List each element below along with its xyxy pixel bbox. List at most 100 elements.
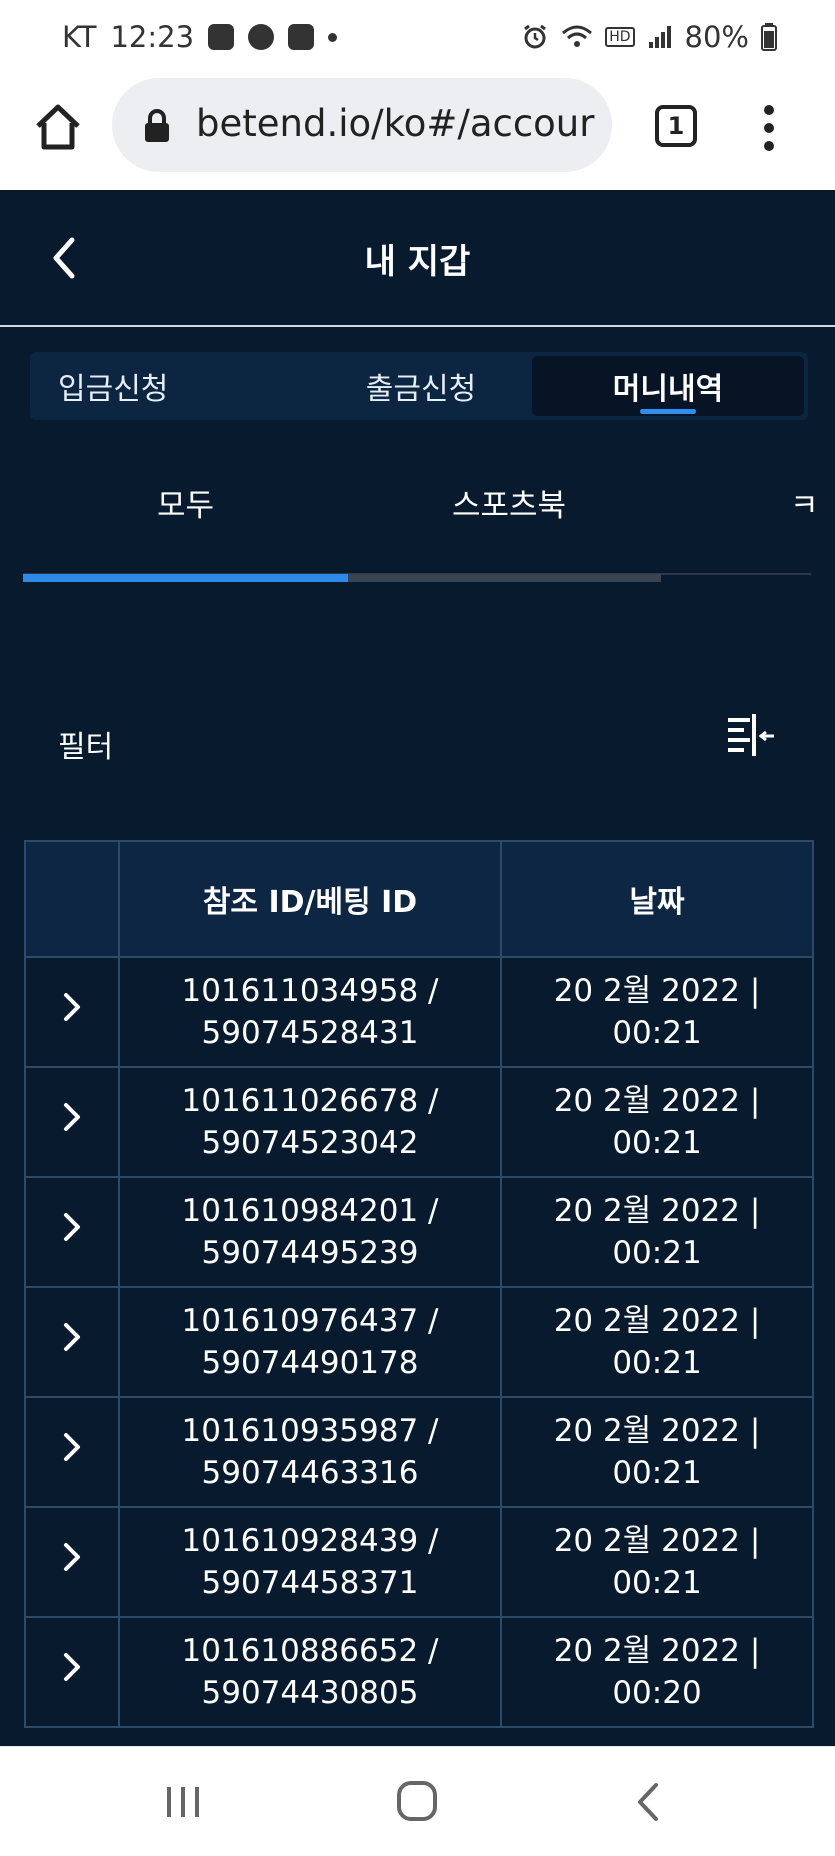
time: 00:21 (612, 1125, 702, 1161)
notification-n-icon (208, 24, 235, 50)
notification-calendar-icon (288, 24, 315, 50)
tab-money-history[interactable]: 머니내역 (532, 356, 804, 416)
filter-label: 필터 (58, 730, 114, 765)
battery-icon (761, 23, 777, 51)
chevron-right-icon[interactable] (60, 1430, 84, 1464)
back-nav-icon[interactable] (620, 1777, 680, 1827)
expand-cell[interactable] (24, 956, 120, 1068)
table-row[interactable]: 101610984201 / 59074495239 20 2월 2022 | 00… (24, 1176, 814, 1288)
page-title: 내 지갑 (364, 242, 471, 282)
system-nav-bar (0, 1746, 835, 1856)
table-row[interactable]: 101610928439 / 59074458371 20 2월 2022 | 00… (24, 1506, 814, 1618)
bet-id: 59074528431 (201, 1015, 419, 1051)
expand-cell[interactable] (24, 1066, 120, 1178)
chevron-right-icon[interactable] (60, 1210, 84, 1244)
lock-icon[interactable] (142, 108, 172, 144)
date-cell: 20 2월 2022 | 00:21 (500, 956, 814, 1068)
browser-toolbar: betend.io/ko#/accour 1 (0, 78, 835, 190)
date-cell: 20 2월 2022 | 00:21 (500, 1506, 814, 1618)
status-bar: KT 12:23 HD 80% (0, 0, 835, 78)
date-cell: 20 2월 2022 | 00:21 (500, 1286, 814, 1398)
more-vert-icon[interactable] (757, 102, 781, 154)
subtab-casino-partial[interactable]: ㅋ (790, 480, 819, 525)
date-cell: 20 2월 2022 | 00:20 (500, 1616, 814, 1728)
tab-switcher-button[interactable]: 1 (655, 105, 697, 147)
date: 20 2월 2022 | (553, 1083, 761, 1119)
time: 00:21 (612, 1345, 702, 1381)
date: 20 2월 2022 | (553, 1193, 761, 1229)
chevron-right-icon[interactable] (60, 1540, 84, 1574)
subtab-sportsbook[interactable]: 스포츠북 (452, 480, 566, 525)
date: 20 2월 2022 | (553, 973, 761, 1009)
tab-deposit-request[interactable]: 입금신청 (34, 356, 284, 416)
expand-cell[interactable] (24, 1396, 120, 1508)
time: 00:21 (612, 1235, 702, 1271)
header-date: 날짜 (500, 840, 814, 958)
money-history-table: 참조 ID/베팅 ID 날짜 101611034958 / 59074528431… (24, 840, 814, 1728)
subtab-active-indicator (23, 574, 348, 582)
subtab-bar: 모두 스포츠북 ㅋ (0, 480, 835, 580)
bet-id: 59074495239 (201, 1235, 419, 1271)
ref-bet-id-cell: 101611034958 / 59074528431 (118, 956, 502, 1068)
time: 00:21 (612, 1565, 702, 1601)
expand-cell[interactable] (24, 1176, 120, 1288)
chevron-right-icon[interactable] (60, 1100, 84, 1134)
bet-id: 59074458371 (201, 1565, 419, 1601)
expand-cell[interactable] (24, 1506, 120, 1618)
bet-id: 59074523042 (201, 1125, 419, 1161)
subtab-all[interactable]: 모두 (157, 480, 214, 525)
date-cell: 20 2월 2022 | 00:21 (500, 1396, 814, 1508)
bet-id: 59074463316 (201, 1455, 419, 1491)
ref-id: 101610928439 / (181, 1523, 439, 1559)
carrier-label: KT (62, 20, 97, 54)
ref-bet-id-cell: 101610976437 / 59074490178 (118, 1286, 502, 1398)
date-cell: 20 2월 2022 | 00:21 (500, 1066, 814, 1178)
wallet-segmented-control: 입금신청 출금신청 머니내역 (30, 352, 808, 420)
hd-badge: HD (605, 27, 635, 47)
active-tab-indicator (640, 409, 696, 414)
expand-cell[interactable] (24, 1286, 120, 1398)
signal-icon (648, 26, 671, 48)
recents-icon[interactable] (153, 1777, 213, 1827)
tab-money-history-label: 머니내역 (612, 372, 724, 407)
url-text[interactable]: betend.io/ko#/accour (196, 102, 594, 145)
date: 20 2월 2022 | (553, 1523, 761, 1559)
header-expand (24, 840, 120, 958)
status-left: KT 12:23 (62, 20, 338, 54)
date: 20 2월 2022 | (553, 1413, 761, 1449)
status-right: HD 80% (521, 20, 777, 54)
ref-id: 101610935987 / (181, 1413, 439, 1449)
ref-bet-id-cell: 101611026678 / 59074523042 (118, 1066, 502, 1178)
page-header: 내 지갑 (0, 190, 835, 327)
ref-id: 101611026678 / (181, 1083, 439, 1119)
tab-withdraw-request[interactable]: 출금신청 (296, 356, 546, 416)
filter-icon[interactable] (724, 710, 780, 766)
table-row[interactable]: 101610935987 / 59074463316 20 2월 2022 | 00… (24, 1396, 814, 1508)
ref-bet-id-cell: 101610984201 / 59074495239 (118, 1176, 502, 1288)
table-row[interactable]: 101611026678 / 59074523042 20 2월 2022 | 00… (24, 1066, 814, 1178)
wifi-icon (562, 25, 593, 47)
date: 20 2월 2022 | (553, 1303, 761, 1339)
ref-id: 101610984201 / (181, 1193, 439, 1229)
table-row[interactable]: 101611034958 / 59074528431 20 2월 2022 | 00… (24, 956, 814, 1068)
table-row[interactable]: 101610976437 / 59074490178 20 2월 2022 | 00… (24, 1286, 814, 1398)
home-nav-icon[interactable] (387, 1777, 447, 1827)
address-bar[interactable]: betend.io/ko#/accour (112, 78, 612, 172)
table-row[interactable]: 101610886652 / 59074430805 20 2월 2022 | 00… (24, 1616, 814, 1728)
date: 20 2월 2022 | (553, 1633, 761, 1669)
time: 00:21 (612, 1015, 702, 1051)
chevron-right-icon[interactable] (60, 1650, 84, 1684)
date-cell: 20 2월 2022 | 00:21 (500, 1176, 814, 1288)
expand-cell[interactable] (24, 1616, 120, 1728)
filter-row: 필터 (0, 710, 835, 770)
alarm-icon (524, 24, 547, 49)
clock: 12:23 (110, 20, 195, 54)
ref-id: 101610976437 / (181, 1303, 439, 1339)
bet-id: 59074430805 (201, 1675, 419, 1711)
ref-id: 101611034958 / (181, 973, 439, 1009)
ref-id: 101610886652 / (181, 1633, 439, 1669)
chevron-right-icon[interactable] (60, 990, 84, 1024)
time: 00:20 (612, 1675, 702, 1711)
home-icon[interactable] (30, 99, 86, 155)
chevron-right-icon[interactable] (60, 1320, 84, 1354)
